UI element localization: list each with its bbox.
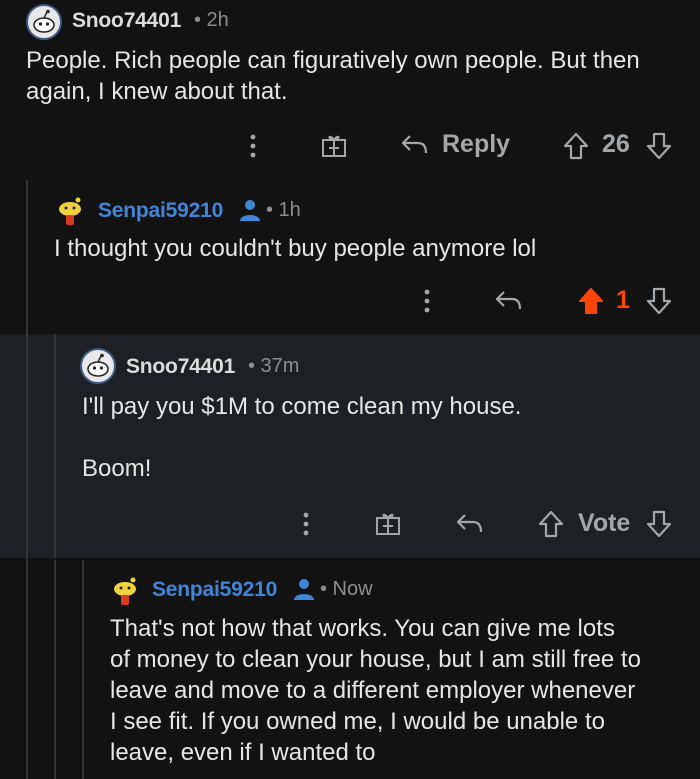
upvote-button[interactable] (563, 132, 589, 160)
score: 26 (602, 130, 630, 158)
comment-body: That's not how that works. You can give … (110, 613, 641, 768)
thread-line-level-2[interactable] (54, 560, 56, 779)
reply-arrow-icon (401, 134, 428, 153)
more-vertical-icon[interactable] (418, 287, 436, 315)
timestamp: • 2h (194, 9, 229, 31)
username[interactable]: Snoo74401 (72, 9, 181, 33)
body-line: of money to clean your house, but I am s… (110, 646, 641, 673)
downvote-icon (646, 510, 672, 538)
upvote-button[interactable] (538, 510, 564, 538)
body-line (82, 422, 521, 453)
timestamp: • Now (320, 578, 373, 600)
gift-icon[interactable] (320, 132, 348, 160)
body-line: leave and move to a different employer w… (110, 677, 636, 704)
snoo-avatar-icon (33, 9, 55, 33)
body-line: leave, even if I wanted to (110, 739, 376, 766)
avatar[interactable] (53, 195, 87, 229)
snoo-avatar-icon (54, 196, 86, 228)
upvote-icon (538, 510, 564, 538)
upvote-icon (579, 288, 603, 314)
snoo-avatar-icon (87, 353, 109, 377)
username[interactable]: Snoo74401 (126, 355, 235, 379)
timestamp: • 1h (266, 199, 301, 221)
downvote-button[interactable] (646, 287, 672, 315)
comment-body: I thought you couldn't buy people anymor… (54, 233, 536, 264)
upvote-icon (563, 132, 589, 160)
reply-label: Reply (442, 130, 511, 158)
timestamp: • 37m (248, 355, 300, 377)
downvote-button[interactable] (646, 132, 672, 160)
body-line: That's not how that works. You can give … (110, 615, 615, 642)
reply-button[interactable] (455, 510, 485, 538)
more-vertical-icon[interactable] (244, 132, 262, 160)
body-line: Boom! (82, 455, 152, 482)
comment-body: I'll pay you $1M to come clean my house.… (82, 391, 521, 484)
op-person-icon (238, 198, 262, 222)
body-line: I thought you couldn't buy people anymor… (54, 235, 537, 262)
downvote-icon (646, 287, 672, 315)
vote-label: Vote (578, 509, 631, 537)
score: 1 (616, 286, 630, 314)
body-line: again, I knew about that. (26, 78, 288, 105)
downvote-icon (646, 132, 672, 160)
downvote-button[interactable] (646, 510, 672, 538)
username[interactable]: Senpai59210 (152, 578, 277, 602)
body-line: I'll pay you $1M to come clean my house. (82, 393, 522, 420)
thread-line-level-2 (54, 334, 56, 558)
reply-arrow-icon (495, 291, 522, 310)
op-person-icon (292, 577, 316, 601)
reply-button[interactable]: Reply (400, 130, 510, 159)
comment-body: People. Rich people can figuratively own… (26, 45, 640, 107)
avatar[interactable] (108, 575, 142, 609)
avatar[interactable] (80, 348, 116, 384)
reply-button[interactable] (494, 287, 524, 315)
body-line: I see fit. If you owned me, I would be u… (110, 708, 605, 735)
gift-icon[interactable] (374, 510, 402, 538)
reply-arrow-icon (456, 514, 483, 533)
username[interactable]: Senpai59210 (98, 199, 223, 223)
thread-line-level-3[interactable] (82, 560, 84, 779)
snoo-avatar-icon (109, 576, 141, 608)
more-vertical-icon[interactable] (297, 510, 315, 538)
avatar[interactable] (26, 4, 62, 40)
upvote-button-active[interactable] (578, 287, 604, 315)
thread-line-level-1 (26, 334, 28, 558)
body-line: People. Rich people can figuratively own… (26, 47, 640, 74)
